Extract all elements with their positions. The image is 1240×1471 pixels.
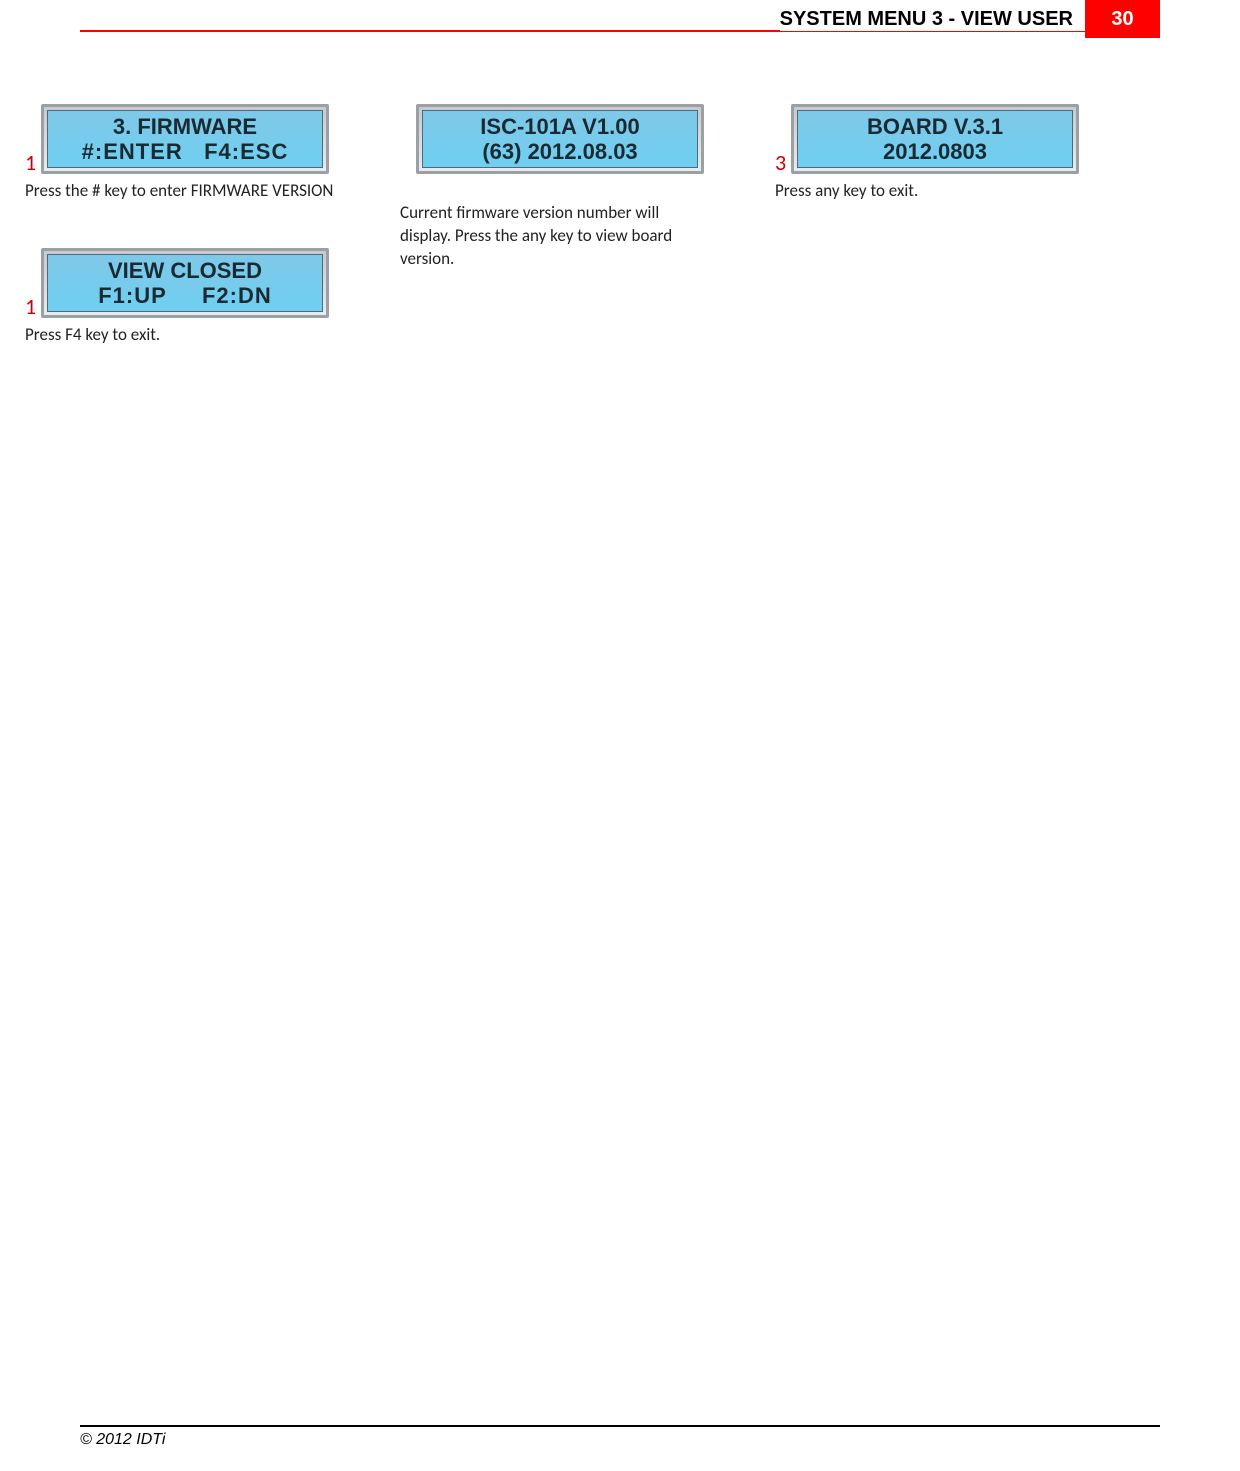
step-number: 1 xyxy=(25,296,39,318)
step-number: 3 xyxy=(775,152,789,174)
column-3: 3 BOARD V.3.1 2012.0803 Press any key to… xyxy=(775,104,1085,203)
content-area: 1 3. FIRMWARE #:ENTER F4:ESC Press the #… xyxy=(25,104,1160,347)
lcd-screen: BOARD V.3.1 2012.0803 xyxy=(791,104,1079,174)
page-number-box: 30 xyxy=(1085,0,1160,38)
page-title: SYSTEM MENU 3 - VIEW USER xyxy=(780,8,1085,31)
column-2: ISC-101A V1.00 (63) 2012.08.03 Current f… xyxy=(400,104,710,271)
step-caption: Press any key to exit. xyxy=(775,180,1085,203)
step-caption: Press the # key to enter FIRMWARE VERSIO… xyxy=(25,180,335,203)
lcd-line-2: 2012.0803 xyxy=(883,139,987,164)
lcd-screen: 3. FIRMWARE #:ENTER F4:ESC xyxy=(41,104,329,174)
step-caption: Press F4 key to exit. xyxy=(25,324,335,347)
column-1: 1 3. FIRMWARE #:ENTER F4:ESC Press the #… xyxy=(25,104,335,347)
page-header: SYSTEM MENU 3 - VIEW USER 30 xyxy=(0,0,1240,38)
lcd-line-2: (63) 2012.08.03 xyxy=(482,139,637,164)
step-firmware-version: ISC-101A V1.00 (63) 2012.08.03 Current f… xyxy=(400,104,710,271)
lcd-line-2: F1:UP F2:DN xyxy=(98,283,272,308)
lcd-screen: VIEW CLOSED F1:UP F2:DN xyxy=(41,248,329,318)
step-number: 1 xyxy=(25,152,39,174)
lcd-inner: BOARD V.3.1 2012.0803 xyxy=(797,110,1073,168)
lcd-line-1: BOARD V.3.1 xyxy=(867,114,1003,139)
step-caption: Current firmware version number will dis… xyxy=(400,202,710,271)
lcd-inner: VIEW CLOSED F1:UP F2:DN xyxy=(47,254,323,312)
lcd-inner: ISC-101A V1.00 (63) 2012.08.03 xyxy=(422,110,698,168)
lcd-inner: 3. FIRMWARE #:ENTER F4:ESC xyxy=(47,110,323,168)
lcd-line-1: ISC-101A V1.00 xyxy=(480,114,639,139)
lcd-screen: ISC-101A V1.00 (63) 2012.08.03 xyxy=(416,104,704,174)
step-view-closed: 1 VIEW CLOSED F1:UP F2:DN Press F4 key t… xyxy=(25,248,335,347)
step-board-version: 3 BOARD V.3.1 2012.0803 Press any key to… xyxy=(775,104,1085,203)
step-firmware-menu: 1 3. FIRMWARE #:ENTER F4:ESC Press the #… xyxy=(25,104,335,203)
lcd-line-1: 3. FIRMWARE xyxy=(113,114,257,139)
lcd-line-1: VIEW CLOSED xyxy=(108,258,262,283)
page-number: 30 xyxy=(1111,8,1133,31)
footer: © 2012 IDTi xyxy=(80,1425,1160,1449)
lcd-line-2: #:ENTER F4:ESC xyxy=(82,139,289,164)
copyright-text: © 2012 IDTi xyxy=(80,1431,165,1448)
